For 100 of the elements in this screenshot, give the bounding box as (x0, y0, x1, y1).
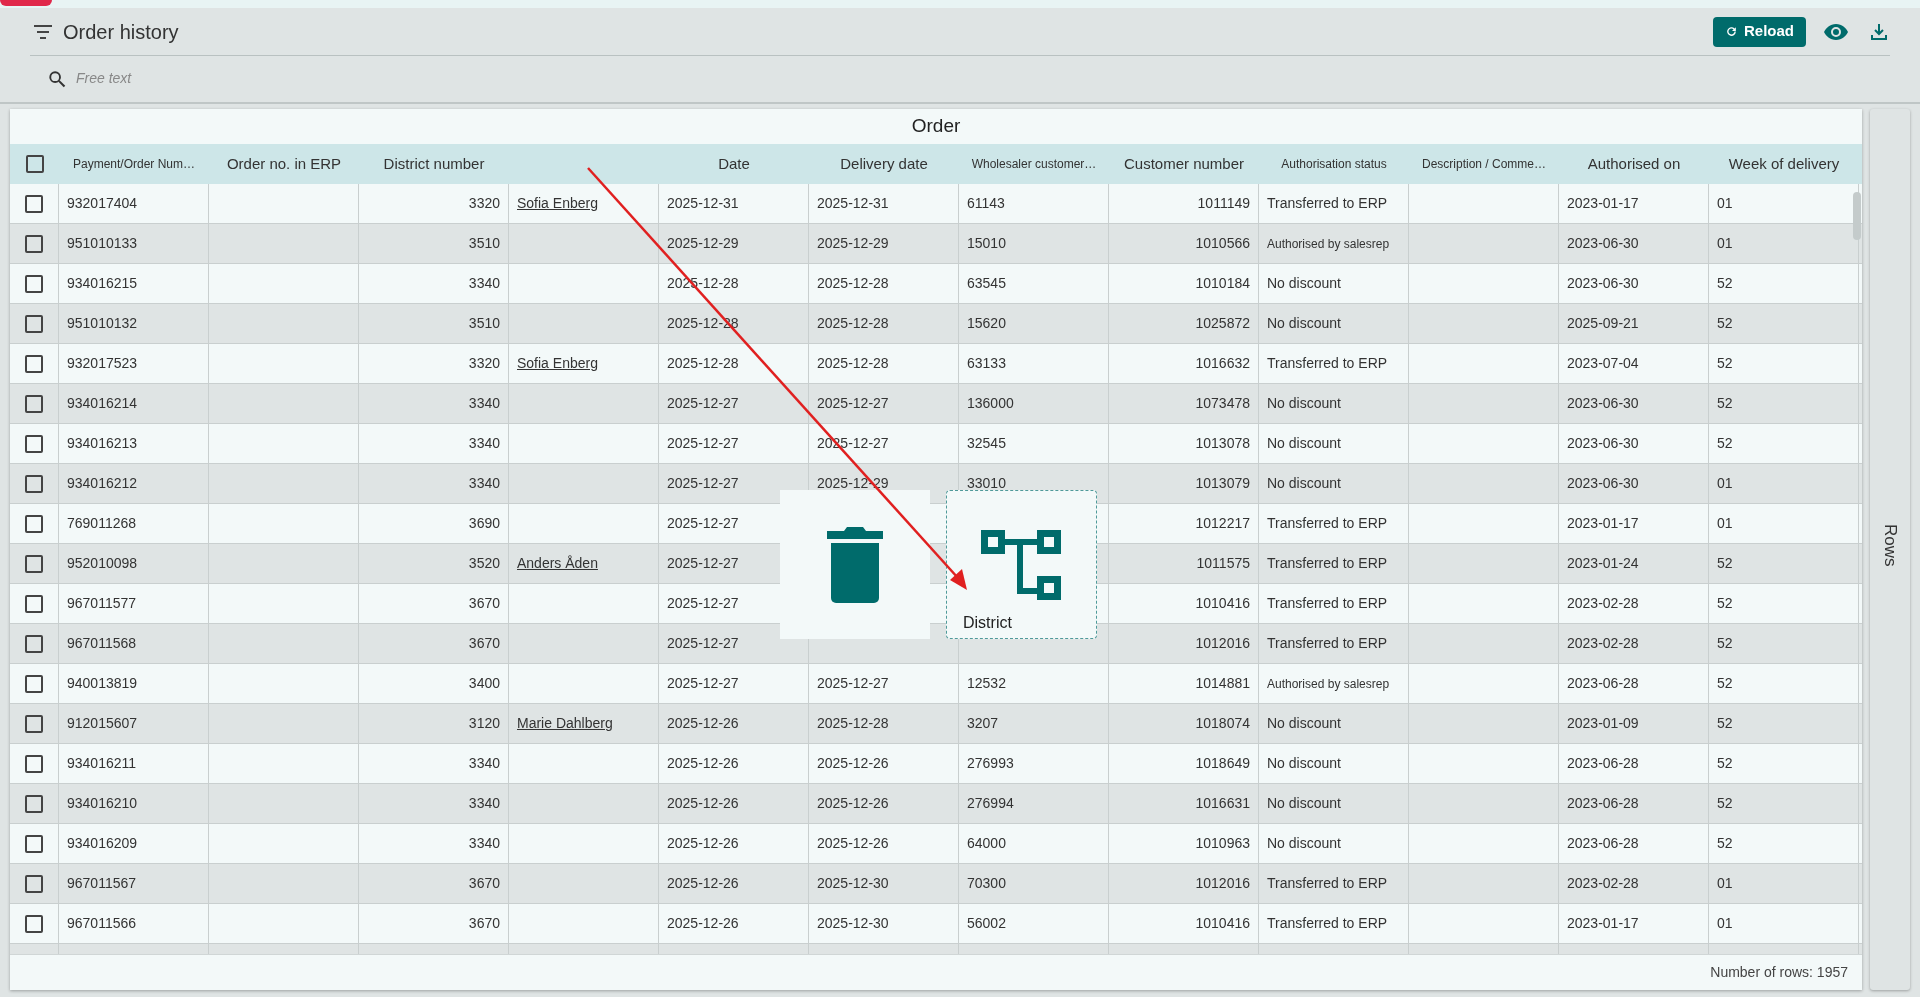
scrollbar-thumb[interactable] (1853, 192, 1861, 240)
checkbox[interactable] (25, 394, 43, 413)
checkbox[interactable] (25, 194, 43, 213)
table-cell-text: 3320 (468, 194, 500, 213)
table-cell-text: 2023-01-17 (1567, 514, 1639, 533)
column-header[interactable]: Date (718, 152, 750, 176)
column-header[interactable]: Authorised on (1587, 152, 1681, 176)
checkbox[interactable] (25, 874, 43, 893)
checkbox[interactable] (25, 554, 43, 573)
checkbox[interactable] (25, 314, 43, 333)
column-header[interactable]: Customer number (1123, 152, 1244, 176)
table-cell-text: 3320 (468, 354, 500, 373)
table-cell-text: 2025-12-27 (817, 394, 889, 413)
table-cell-text: 1018649 (1195, 754, 1250, 773)
checkbox[interactable] (25, 274, 43, 293)
name-link[interactable]: Marie Dahlberg (517, 713, 613, 734)
column-header[interactable]: Wholesaler customer… (971, 155, 1097, 173)
column-header[interactable]: Authorisation status (1281, 155, 1387, 173)
checkbox[interactable] (25, 234, 43, 253)
checkbox[interactable] (25, 914, 43, 933)
table-cell-text: 2023-01-09 (1567, 714, 1639, 733)
group-drop-zone[interactable]: District (946, 490, 1097, 639)
checkbox[interactable] (25, 354, 43, 373)
table-cell-text: No discount (1267, 314, 1341, 333)
table-title: Order (911, 114, 961, 139)
table-cell-text: Transferred to ERP (1267, 914, 1388, 933)
page-title: Order history (63, 19, 179, 45)
checkbox[interactable] (25, 754, 43, 773)
name-link[interactable]: Anders Åden (517, 553, 598, 574)
table-cell-text: 2025-12-26 (667, 754, 739, 773)
table-cell-text: 2025-12-27 (667, 514, 739, 533)
table-cell-text: 1012016 (1195, 634, 1250, 653)
column-header[interactable]: Delivery date (840, 152, 928, 176)
download-icon[interactable] (1870, 22, 1888, 41)
table-cell-text: 2025-12-26 (667, 874, 739, 893)
column-header[interactable]: District number (383, 152, 485, 176)
table-cell-text: 1013078 (1195, 434, 1250, 453)
table-cell-text: 1012217 (1195, 514, 1250, 533)
checkbox[interactable] (25, 155, 44, 173)
table-cell-text: 1010416 (1195, 914, 1250, 933)
column-header[interactable]: Payment/Order Num… (72, 155, 195, 173)
table-cell-text: 3340 (468, 794, 500, 813)
table-cell-text: 32545 (967, 434, 1006, 453)
filter-icon[interactable] (33, 24, 53, 39)
table-cell-text: 15620 (967, 314, 1006, 333)
table-cell-text: 2025-12-28 (817, 314, 889, 333)
checkbox[interactable] (25, 714, 43, 733)
eye-icon[interactable] (1824, 22, 1848, 41)
checkbox[interactable] (25, 594, 43, 613)
table-cell-text: 1014881 (1195, 674, 1250, 693)
name-link[interactable]: Sofia Enberg (517, 193, 598, 214)
table-cell-text: 932017404 (67, 194, 138, 213)
table-cell-text: 1018074 (1195, 714, 1250, 733)
table-cell-text: 2025-12-28 (817, 354, 889, 373)
table-cell-text: 2025-12-31 (667, 194, 739, 213)
table-cell-text: 951010132 (67, 314, 138, 333)
table-cell-text: 52 (1717, 794, 1733, 813)
checkbox[interactable] (25, 794, 43, 813)
table-cell-text: 2025-12-26 (667, 714, 739, 733)
table-cell-text: 2025-12-27 (667, 634, 739, 653)
table-cell-text: 3690 (468, 514, 500, 533)
table-cell-text: 52 (1717, 354, 1733, 373)
table-cell-text: No discount (1267, 834, 1341, 853)
table-cell-text: 2025-12-27 (667, 554, 739, 573)
table-cell-text: 1011149 (1197, 194, 1250, 213)
column-header[interactable]: Description / Comme… (1422, 155, 1546, 173)
table-cell-text: 3400 (468, 674, 500, 693)
table-cell-text: 2025-12-28 (817, 714, 889, 733)
table-cell-text: No discount (1267, 754, 1341, 773)
table-cell-text: 2025-12-26 (817, 834, 889, 853)
checkbox[interactable] (25, 834, 43, 853)
table-cell-text: 2023-06-30 (1567, 474, 1639, 493)
table-cell-text: 2023-01-17 (1567, 194, 1639, 213)
table-cell-text: 912015607 (67, 714, 138, 733)
search-field[interactable]: Free text (76, 68, 676, 89)
checkbox[interactable] (25, 634, 43, 653)
column-header[interactable]: Week of delivery (1728, 152, 1840, 176)
table-cell-text: 3120 (468, 714, 500, 733)
table-cell-text: 2023-06-28 (1567, 794, 1639, 813)
checkbox[interactable] (25, 474, 43, 493)
name-link[interactable]: Sofia Enberg (517, 353, 598, 374)
checkbox[interactable] (25, 514, 43, 533)
table-cell-text: 2025-12-30 (817, 914, 889, 933)
table-cell-text: 967011567 (67, 874, 137, 893)
checkbox[interactable] (25, 434, 43, 453)
table-cell-text: 1012016 (1195, 874, 1250, 893)
table-cell-text: 2025-12-27 (667, 674, 739, 693)
reload-button[interactable]: Reload (1713, 16, 1806, 47)
table-cell-text: 940013819 (67, 674, 138, 693)
table-cell-text: 3510 (468, 314, 500, 333)
column-header[interactable]: Order no. in ERP (226, 152, 342, 176)
table-cell-text: 3670 (468, 594, 500, 613)
table-cell-text: 52 (1717, 834, 1733, 853)
table-cell-text: 2023-06-30 (1567, 234, 1639, 253)
checkbox[interactable] (25, 674, 43, 693)
table-cell-text: 2023-01-24 (1567, 554, 1639, 573)
table-cell-text: 3340 (468, 474, 500, 493)
table-cell-text: 2025-12-29 (667, 234, 739, 253)
rows-side-tab[interactable]: Rows (1870, 109, 1910, 990)
table-cell-text: 932017523 (67, 354, 138, 373)
